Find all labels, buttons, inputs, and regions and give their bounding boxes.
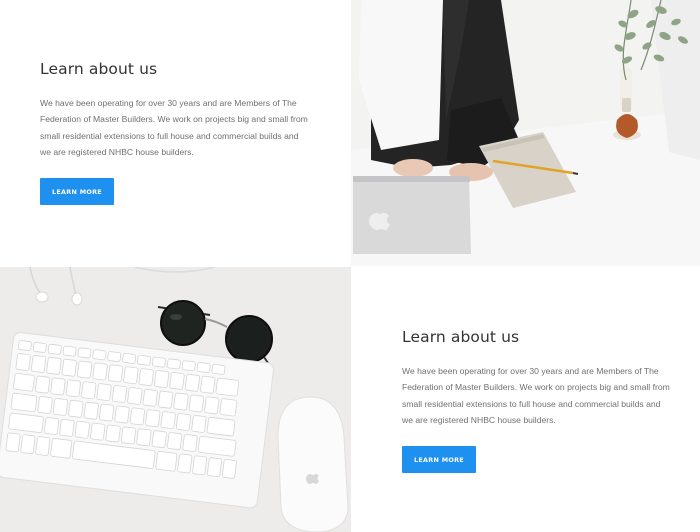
keyboard-key: [167, 432, 183, 450]
keyboard-key: [47, 343, 62, 355]
keyboard-key: [177, 453, 193, 474]
keyboard-key: [20, 434, 36, 455]
keyboard-key: [107, 351, 122, 362]
keyboard-key: [221, 459, 237, 479]
keyboard-key: [173, 392, 189, 411]
keyboard-key: [155, 450, 178, 472]
about-text-block: Learn about us We have been operating fo…: [40, 60, 310, 206]
keyboard-key: [61, 358, 77, 377]
keyboard-key: [59, 418, 75, 437]
keyboard-key: [46, 356, 62, 375]
keyboard-key: [90, 422, 106, 441]
keyboard-key: [192, 455, 208, 476]
keyboard-key: [188, 394, 204, 413]
keyboard-key: [15, 353, 31, 371]
about-section-2: Learn about us We have been operating fo…: [351, 267, 700, 532]
keyboard-key: [200, 375, 216, 394]
keyboard-key: [184, 373, 200, 392]
keyboard-key: [5, 432, 21, 453]
learn-more-button[interactable]: LEARN MORE: [402, 446, 476, 474]
keyboard-key: [204, 396, 220, 415]
keyboard-key: [158, 390, 174, 409]
keyboard-key: [191, 415, 207, 433]
keyboard-key: [181, 360, 196, 372]
learn-more-button[interactable]: LEARN MORE: [40, 178, 114, 206]
keyboard-key: [10, 392, 38, 413]
keyboard-key: [182, 434, 198, 452]
section-heading: Learn about us: [402, 328, 520, 346]
keyboard-key: [62, 345, 77, 357]
keyboard-key: [65, 379, 81, 398]
keyboard-key: [99, 403, 115, 422]
keyboard-key: [92, 362, 108, 381]
keyboard-key: [129, 407, 145, 426]
keyboard-key: [96, 383, 112, 402]
keyboard-key: [30, 355, 47, 373]
keyboard-key: [34, 375, 51, 394]
keyboard-key: [127, 386, 143, 405]
keyboard-key: [81, 381, 97, 400]
keyboard-key: [145, 409, 161, 428]
keyboard-key: [77, 347, 92, 359]
section-paragraph: We have been operating for over 30 years…: [402, 366, 670, 425]
keyboard-key: [50, 438, 73, 459]
person-working-on-laptop-photo: [351, 0, 700, 266]
keyboard-key: [111, 385, 128, 403]
keyboard-key: [142, 388, 158, 407]
keyboard-key: [32, 342, 47, 353]
keyboard-key: [206, 416, 236, 437]
keyboard-key: [136, 428, 152, 447]
keyboard-key: [211, 363, 226, 375]
keyboard-key: [151, 356, 166, 368]
section-paragraph: We have been operating for over 30 years…: [40, 98, 308, 157]
keyboard-key: [92, 349, 107, 361]
keyboard-key: [50, 377, 66, 396]
keyboard-key: [154, 370, 170, 388]
keyboard-key: [169, 372, 185, 390]
keyboard-key: [68, 399, 84, 418]
keyboard-key: [166, 358, 181, 370]
keyboard-key: [43, 417, 60, 435]
keyboard-key: [175, 413, 192, 431]
keyboard-key: [52, 398, 69, 416]
keyboard-mouse-sunglasses-desk-photo: [0, 267, 351, 532]
keyboard-key: [196, 362, 211, 373]
keyboard-key: [114, 405, 130, 424]
keyboard-key: [137, 354, 151, 366]
keyboard-key: [160, 411, 176, 430]
keyboard-key: [215, 377, 240, 397]
keyboard-key: [219, 398, 238, 417]
feature-grid: Learn about us We have been operating fo…: [0, 0, 700, 532]
keyboard-key: [74, 420, 90, 439]
keyboard-key: [122, 353, 137, 364]
section-heading: Learn about us: [40, 60, 158, 78]
about-section-1: Learn about us We have been operating fo…: [0, 0, 350, 266]
keyboard-key: [83, 401, 99, 420]
keyboard-key: [207, 457, 222, 478]
keyboard-key: [151, 430, 167, 449]
keyboard-key: [37, 396, 53, 414]
keyboard-key: [35, 436, 51, 456]
keyboard-key: [107, 364, 124, 383]
keyboard-key: [120, 426, 137, 445]
about-text-block: Learn about us We have been operating fo…: [402, 328, 672, 474]
keyboard-key: [123, 366, 139, 385]
keyboard-key: [138, 368, 154, 387]
keyboard-key: [77, 360, 93, 379]
keyboard-key: [105, 424, 121, 443]
keyboard-key: [17, 340, 32, 352]
keyboard-key: [13, 372, 35, 392]
